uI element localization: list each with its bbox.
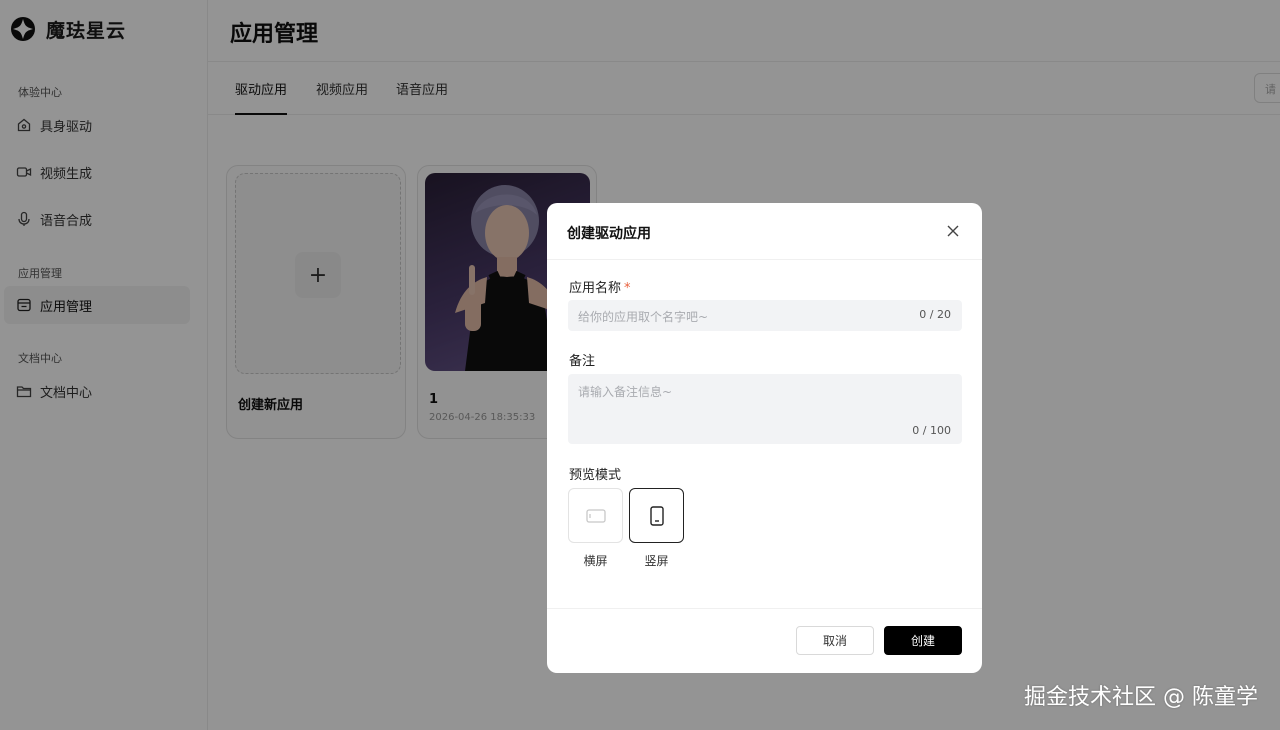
mode-portrait-option[interactable] [629,488,684,543]
cancel-button[interactable]: 取消 [796,626,874,655]
modal-footer-divider [547,608,982,609]
required-mark: * [624,281,631,296]
create-button[interactable]: 创建 [884,626,962,655]
app-name-count: 0 / 20 [919,308,951,321]
modal-title: 创建驱动应用 [567,226,651,242]
portrait-icon [649,505,664,526]
mode-landscape-option[interactable] [568,488,623,543]
watermark: 掘金技术社区 @ 陈童学 [1024,685,1258,710]
close-icon [947,225,959,237]
mode-portrait-label: 竖屏 [644,554,669,568]
app-name-label-text: 应用名称 [569,281,622,296]
note-placeholder: 请输入备注信息~ [578,385,673,399]
create-app-modal: 创建驱动应用 应用名称 * 给你的应用取个名字吧~ 0 / 20 备注 请输入备注… [547,203,982,673]
mode-landscape-label: 横屏 [583,554,608,568]
landscape-icon [585,508,606,523]
app-name-input[interactable]: 给你的应用取个名字吧~ 0 / 20 [568,300,962,331]
app-name-placeholder: 给你的应用取个名字吧~ [578,310,709,324]
app-name-label: 应用名称 * [569,277,631,296]
close-button[interactable] [944,222,962,240]
preview-mode-label: 预览模式 [569,468,622,483]
modal-header: 创建驱动应用 [547,203,982,260]
note-count: 0 / 100 [912,424,951,437]
note-label: 备注 [569,354,596,369]
note-textarea[interactable]: 请输入备注信息~ 0 / 100 [568,374,962,444]
